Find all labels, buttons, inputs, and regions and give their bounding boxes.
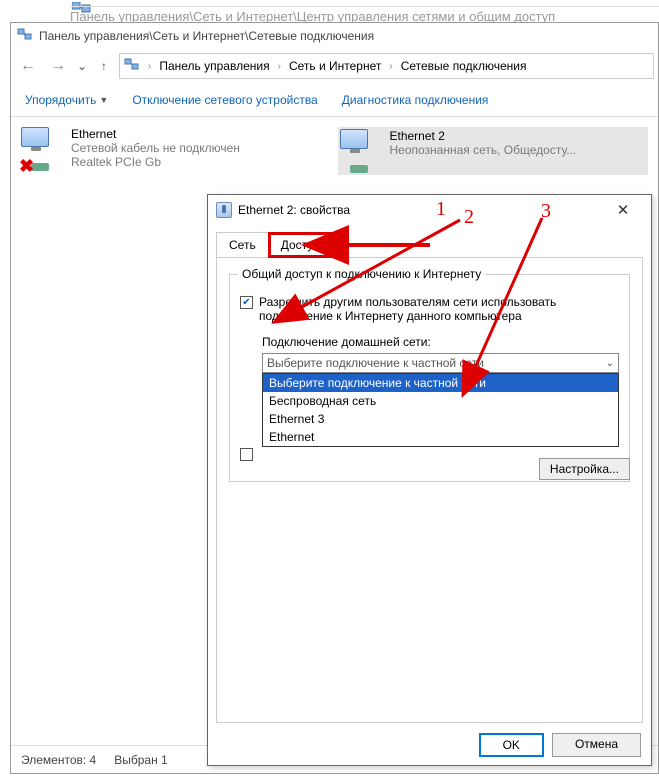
- chevron-down-icon: ⌄: [606, 358, 614, 369]
- dropdown-option[interactable]: Выберите подключение к частной сети: [263, 374, 618, 392]
- network-icon: [124, 58, 140, 74]
- home-network-label: Подключение домашней сети:: [262, 335, 619, 349]
- item-count: Элементов: 4: [21, 753, 96, 767]
- dialog-buttons: OK Отмена: [479, 733, 641, 757]
- close-button[interactable]: ✕: [603, 197, 643, 223]
- tab-strip: Сеть Доступ: [208, 231, 651, 257]
- ics-group: Общий доступ к подключению к Интернету ✔…: [229, 274, 630, 482]
- connection-item-ethernet2[interactable]: Ethernet 2 Неопознанная сеть, Общедосту.…: [338, 127, 649, 175]
- connection-name: Ethernet: [71, 127, 240, 141]
- address-box[interactable]: › Панель управления › Сеть и Интернет › …: [119, 53, 654, 79]
- connections-list: ✖ Ethernet Сетевой кабель не подключен R…: [11, 117, 658, 185]
- connection-item-ethernet[interactable]: ✖ Ethernet Сетевой кабель не подключен R…: [21, 127, 328, 175]
- breadcrumb[interactable]: Сетевые подключения: [401, 59, 527, 73]
- breadcrumb[interactable]: Панель управления: [159, 59, 269, 73]
- settings-button[interactable]: Настройка...: [539, 458, 630, 480]
- home-network-combo[interactable]: Выберите подключение к частной сети ⌄: [262, 353, 619, 373]
- cmd-label: Упорядочить: [25, 93, 96, 107]
- diagnose-button[interactable]: Диагностика подключения: [342, 93, 489, 107]
- home-network-dropdown: Выберите подключение к частной сети Бесп…: [262, 373, 619, 447]
- connection-status: Неопознанная сеть, Общедосту...: [390, 143, 577, 157]
- arrow-right-icon: →: [50, 57, 66, 75]
- organize-button[interactable]: Упорядочить▼: [25, 93, 108, 107]
- address-bar: ← → ⌄ ↑ › Панель управления › Сеть и Инт…: [11, 49, 658, 83]
- tab-network[interactable]: Сеть: [216, 232, 269, 258]
- group-title: Общий доступ к подключению к Интернету: [238, 267, 485, 281]
- network-icon: [17, 28, 33, 44]
- window-title: Панель управления\Сеть и Интернет\Сетевы…: [39, 29, 374, 43]
- chevron-right-icon: ›: [385, 61, 396, 72]
- adapter-icon: ✖: [21, 127, 65, 171]
- allow-sharing-checkbox[interactable]: ✔: [240, 296, 253, 309]
- selected-count: Выбран 1: [114, 753, 167, 767]
- arrow-up-icon: ↑: [101, 59, 107, 73]
- allow-sharing-row: ✔ Разрешить другим пользователям сети ис…: [240, 295, 619, 323]
- combo-value: Выберите подключение к частной сети: [267, 356, 606, 370]
- arrow-left-icon: ←: [20, 57, 36, 75]
- adapter-icon: [340, 129, 384, 173]
- adapter-icon: [216, 202, 232, 218]
- up-button[interactable]: ↑: [93, 53, 115, 79]
- cancel-button[interactable]: Отмена: [552, 733, 641, 757]
- dropdown-option[interactable]: Ethernet 3: [263, 410, 618, 428]
- allow-sharing-label: Разрешить другим пользователям сети испо…: [259, 295, 619, 323]
- error-x-icon: ✖: [19, 157, 37, 175]
- ok-button[interactable]: OK: [479, 733, 544, 757]
- tab-sharing[interactable]: Доступ: [268, 232, 333, 258]
- breadcrumb[interactable]: Сеть и Интернет: [289, 59, 381, 73]
- chevron-right-icon: ›: [144, 61, 155, 72]
- command-bar: Упорядочить▼ Отключение сетевого устройс…: [11, 83, 658, 117]
- history-dropdown[interactable]: ⌄: [75, 53, 89, 79]
- dropdown-option[interactable]: Ethernet: [263, 428, 618, 446]
- dialog-title-bar: Ethernet 2: свойства ✕: [208, 195, 651, 225]
- allow-control-checkbox[interactable]: [240, 448, 253, 461]
- disable-device-button[interactable]: Отключение сетевого устройства: [132, 93, 317, 107]
- chevron-down-icon: ▼: [99, 95, 108, 105]
- dialog-title: Ethernet 2: свойства: [238, 203, 603, 217]
- forward-button[interactable]: →: [45, 53, 71, 79]
- chevron-right-icon: ›: [274, 61, 285, 72]
- tab-content: Общий доступ к подключению к Интернету ✔…: [216, 257, 643, 723]
- title-bar: Панель управления\Сеть и Интернет\Сетевы…: [11, 23, 658, 49]
- connection-name: Ethernet 2: [390, 129, 577, 143]
- back-button[interactable]: ←: [15, 53, 41, 79]
- dropdown-option[interactable]: Беспроводная сеть: [263, 392, 618, 410]
- connection-device: Realtek PCIe Gb: [71, 155, 240, 169]
- properties-dialog: Ethernet 2: свойства ✕ Сеть Доступ Общий…: [207, 194, 652, 766]
- connection-status: Сетевой кабель не подключен: [71, 141, 240, 155]
- close-icon: ✕: [617, 201, 630, 219]
- chevron-down-icon: ⌄: [77, 59, 87, 73]
